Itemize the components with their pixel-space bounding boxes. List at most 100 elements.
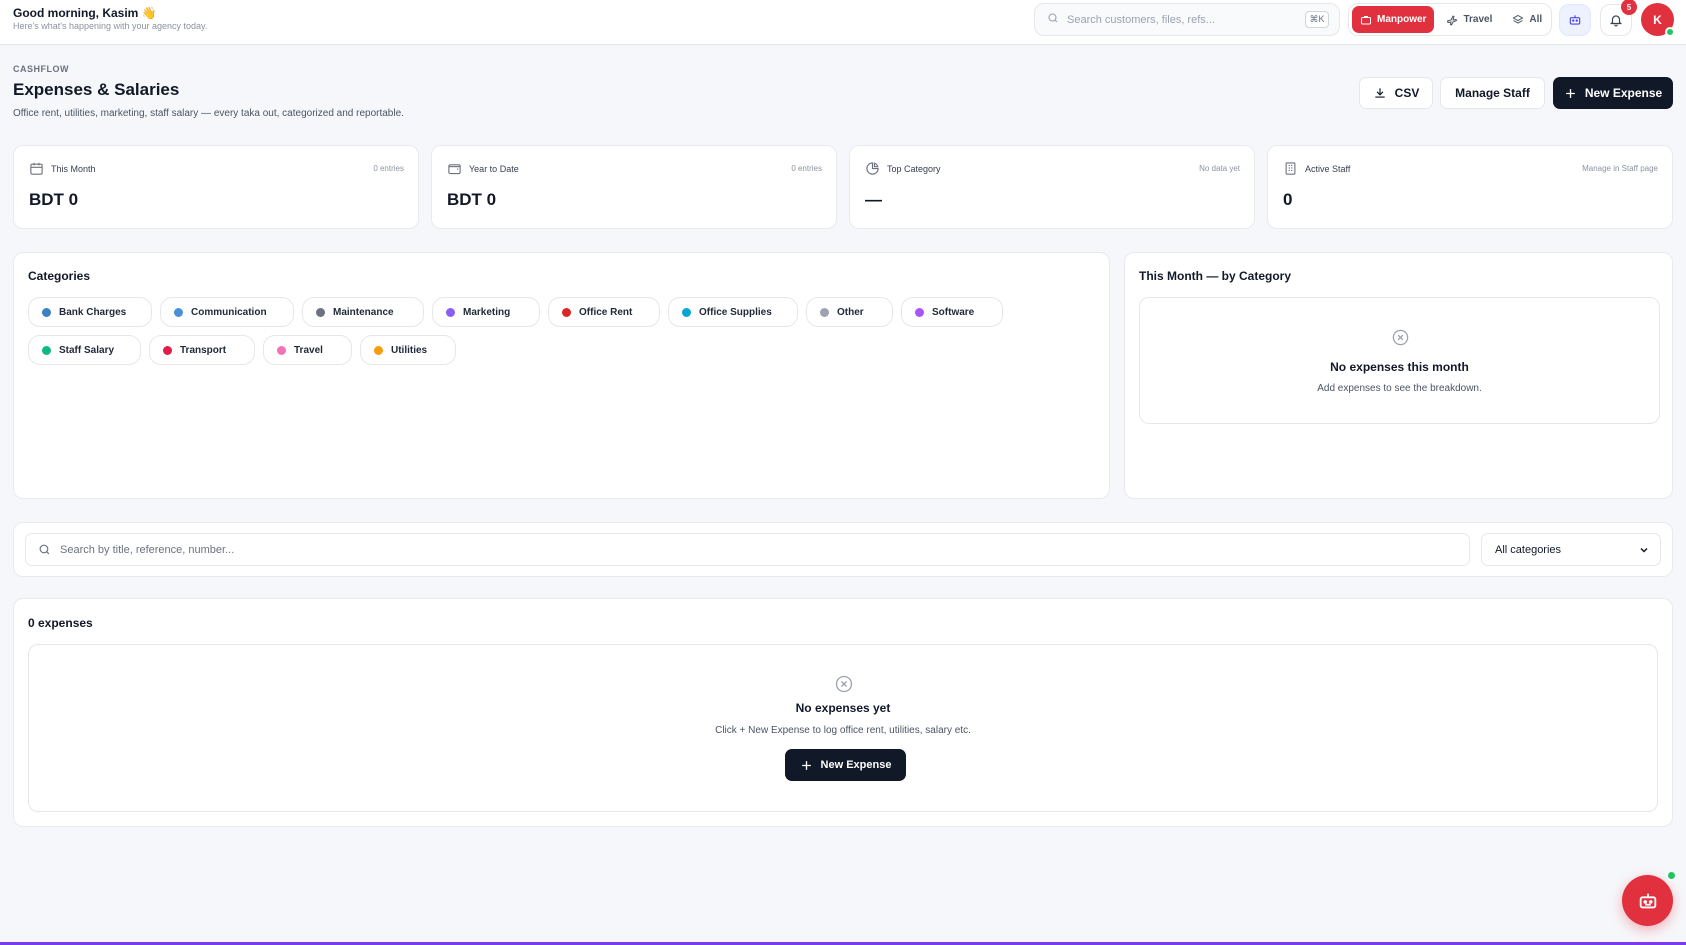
expense-filter-bar: Search by title, reference, number... Al…: [13, 522, 1673, 577]
category-chip-label: Software: [932, 306, 975, 318]
category-select-value: All categories: [1495, 543, 1562, 556]
category-chip-label: Transport: [180, 344, 227, 356]
expense-search-placeholder: Search by title, reference, number...: [60, 543, 235, 556]
stat-label: Active Staff: [1305, 163, 1351, 174]
mode-travel[interactable]: Travel: [1438, 6, 1500, 33]
stat-value: BDT 0: [447, 190, 497, 209]
category-color-dot: [682, 307, 691, 317]
search-icon: [1047, 11, 1059, 29]
expenses-panel: 0 expenses No expenses yet Click + New E…: [13, 598, 1673, 827]
category-chip[interactable]: Maintenance: [302, 297, 424, 327]
mode-manpower[interactable]: Manpower: [1352, 6, 1435, 33]
stat-label: Year to Date: [469, 163, 519, 174]
stat-meta: Manage in Staff page: [1582, 164, 1658, 173]
page-eyebrow: CASHFLOW: [13, 64, 69, 74]
global-search-input[interactable]: Search customers, files, refs... ⌘K: [1034, 3, 1340, 36]
category-chip-label: Communication: [191, 306, 267, 318]
category-color-dot: [163, 345, 172, 355]
greeting-title: Good morning, Kasim 👋: [13, 6, 157, 20]
stat-meta: No data yet: [1199, 164, 1240, 173]
mode-travel-label: Travel: [1463, 14, 1493, 25]
stat-meta: 0 entries: [373, 164, 404, 173]
category-select[interactable]: All categories: [1481, 533, 1661, 566]
category-color-dot: [277, 345, 286, 355]
floating-assistant-button[interactable]: [1622, 875, 1673, 926]
category-chip[interactable]: Travel: [263, 335, 352, 365]
category-chip[interactable]: Marketing: [432, 297, 540, 327]
category-chip-label: Maintenance: [333, 306, 394, 318]
stat-meta: 0 entries: [791, 164, 822, 173]
empty-new-expense-label: New Expense: [820, 759, 892, 771]
stat-card-top-category: Top Category No data yet —: [849, 145, 1255, 229]
category-chip[interactable]: Staff Salary: [28, 335, 141, 365]
categories-panel: Categories Bank Charges Communication Main…: [13, 252, 1110, 499]
mode-manpower-label: Manpower: [1377, 14, 1427, 25]
category-color-dot: [42, 345, 51, 355]
plus-icon: [801, 760, 811, 770]
category-color-dot: [446, 307, 455, 317]
page-subtitle: Office rent, utilities, marketing, staff…: [13, 108, 404, 119]
category-chip[interactable]: Office Supplies: [668, 297, 798, 327]
empty-circle-x-icon: [1392, 329, 1409, 346]
wallet-icon: [448, 164, 461, 175]
mode-all[interactable]: All: [1504, 6, 1550, 33]
briefcase-icon: [1361, 15, 1371, 24]
plane-icon: [1447, 14, 1458, 26]
stat-card-this-month: This Month 0 entries BDT 0: [13, 145, 419, 229]
category-color-dot: [562, 307, 571, 317]
chevron-down-icon: [1640, 547, 1648, 553]
category-chip-label: Office Rent: [579, 306, 633, 318]
category-chip[interactable]: Transport: [149, 335, 255, 365]
category-chip[interactable]: Utilities: [360, 335, 456, 365]
category-color-dot: [915, 307, 924, 317]
mode-all-label: All: [1529, 14, 1543, 25]
top-bar: Good morning, Kasim 👋 Here's what's happ…: [0, 0, 1686, 45]
by-category-empty-state: No expenses this month Add expenses to s…: [1139, 297, 1660, 424]
expenses-empty-state: No expenses yet Click + New Expense to l…: [28, 644, 1658, 812]
category-chip-label: Utilities: [391, 344, 428, 356]
category-chip-list: Bank Charges Communication Maintenance Mark…: [28, 297, 1028, 365]
search-icon: [39, 544, 50, 555]
category-chip[interactable]: Software: [901, 297, 1003, 327]
empty-circle-x-icon: [835, 675, 853, 693]
category-chip[interactable]: Office Rent: [548, 297, 660, 327]
shortcut-hint: ⌘K: [1305, 11, 1329, 28]
expenses-empty-subtitle: Click + New Expense to log office rent, …: [715, 725, 971, 736]
expense-search-input[interactable]: Search by title, reference, number...: [25, 533, 1470, 566]
export-csv-button[interactable]: CSV: [1359, 77, 1433, 109]
assistant-status-dot: [1666, 870, 1677, 881]
bell-icon: [1609, 15, 1623, 27]
online-status-dot: [1665, 27, 1675, 37]
assistant-button[interactable]: [1559, 4, 1591, 36]
categories-title: Categories: [28, 269, 91, 283]
expenses-count: 0 expenses: [28, 616, 93, 630]
stat-label: Top Category: [887, 163, 941, 174]
category-chip-label: Travel: [294, 344, 323, 356]
stat-card-year-to-date: Year to Date 0 entries BDT 0: [431, 145, 837, 229]
stat-card-active-staff: Active Staff Manage in Staff page 0: [1267, 145, 1673, 229]
robot-icon: [1569, 15, 1581, 25]
category-chip[interactable]: Bank Charges: [28, 297, 152, 327]
category-chip-label: Other: [837, 306, 864, 318]
category-color-dot: [174, 307, 183, 317]
category-color-dot: [374, 345, 383, 355]
category-chip-label: Marketing: [463, 306, 511, 318]
calendar-icon: [30, 162, 43, 175]
layers-icon: [1512, 14, 1524, 24]
category-color-dot: [820, 307, 829, 317]
category-chip-label: Office Supplies: [699, 306, 772, 318]
category-chip-label: Staff Salary: [59, 344, 115, 356]
category-chip[interactable]: Communication: [160, 297, 294, 327]
category-chip[interactable]: Other: [806, 297, 893, 327]
new-expense-button[interactable]: New Expense: [1553, 77, 1673, 109]
category-chip-label: Bank Charges: [59, 306, 127, 318]
by-category-empty-title: No expenses this month: [1330, 360, 1469, 374]
download-icon: [1374, 88, 1385, 98]
by-category-panel: This Month — by Category No expenses thi…: [1124, 252, 1673, 499]
empty-new-expense-button[interactable]: New Expense: [785, 749, 906, 781]
manage-staff-button[interactable]: Manage Staff: [1440, 77, 1545, 109]
new-expense-label: New Expense: [1584, 86, 1663, 100]
manage-staff-label: Manage Staff: [1455, 86, 1530, 100]
stat-label: This Month: [51, 163, 96, 174]
stat-value: —: [865, 190, 882, 209]
